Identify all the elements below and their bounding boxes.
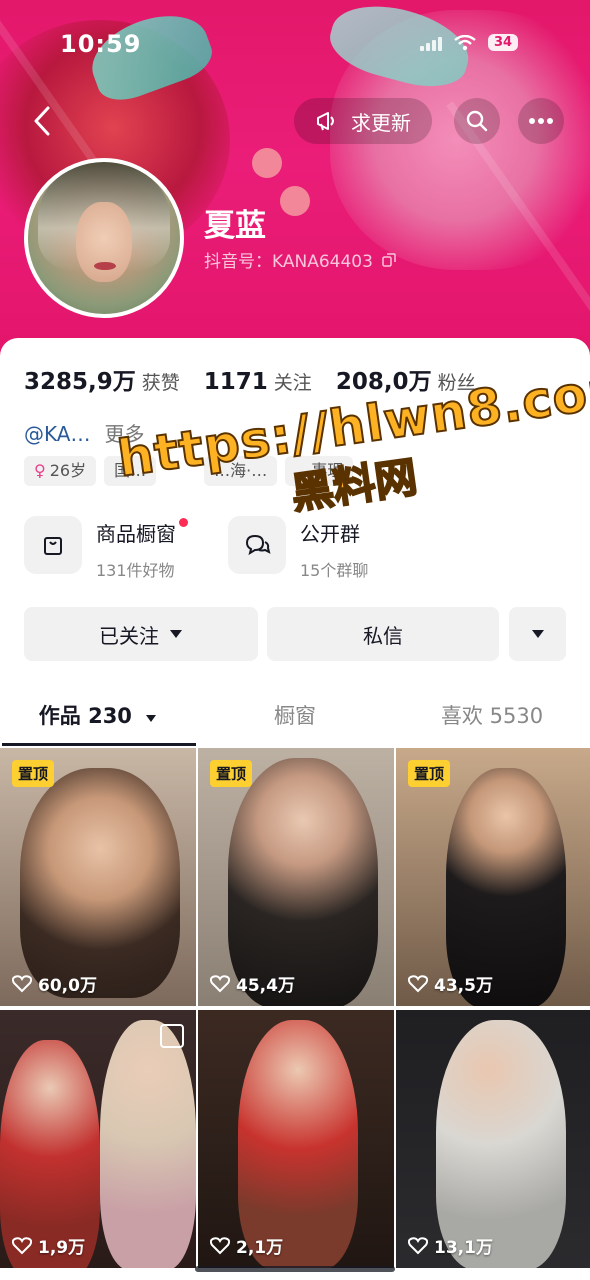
battery-icon: 34 bbox=[488, 34, 519, 51]
pinned-badge: 置顶 bbox=[12, 760, 55, 787]
like-count: 43,5万 bbox=[408, 971, 493, 996]
like-count: 13,1万 bbox=[408, 1233, 493, 1258]
stat-likes[interactable]: 3285,9万 获赞 bbox=[24, 362, 180, 396]
like-count: 2,1万 bbox=[210, 1233, 283, 1258]
like-count: 45,4万 bbox=[210, 971, 295, 996]
like-count: 60,0万 bbox=[12, 971, 97, 996]
stat-following[interactable]: 1171 关注 bbox=[204, 368, 312, 395]
douyin-id[interactable]: 抖音号：KANA64403 bbox=[204, 247, 397, 272]
search-icon bbox=[466, 110, 488, 132]
back-button[interactable] bbox=[28, 104, 64, 140]
tab-showcase[interactable]: 橱窗 bbox=[196, 690, 394, 742]
caret-down-icon bbox=[146, 715, 157, 722]
content-tabs: 作品 230 橱窗 喜欢 5530 bbox=[0, 690, 590, 746]
heart-icon bbox=[210, 974, 230, 992]
profile-name: 夏蓝 bbox=[204, 208, 266, 244]
heart-icon bbox=[210, 1236, 230, 1254]
video-thumbnail[interactable]: 2,1万 bbox=[198, 1010, 394, 1268]
heart-icon bbox=[12, 1236, 32, 1254]
female-icon: ♀ bbox=[34, 461, 46, 480]
video-thumbnail[interactable]: 13,1万 bbox=[396, 1010, 590, 1268]
chevron-left-icon bbox=[34, 106, 50, 136]
tab-works[interactable]: 作品 230 bbox=[0, 690, 196, 742]
multi-image-icon bbox=[160, 1024, 184, 1048]
expand-button[interactable] bbox=[509, 607, 566, 661]
message-button[interactable]: 私信 bbox=[267, 607, 499, 661]
request-update-button[interactable]: 求更新 bbox=[294, 98, 432, 144]
wifi-icon bbox=[454, 34, 476, 50]
pinned-badge: 置顶 bbox=[408, 760, 451, 787]
public-group-subtitle: 15个群聊 bbox=[300, 561, 369, 580]
tab-underline bbox=[2, 743, 196, 746]
search-button[interactable] bbox=[454, 98, 500, 144]
request-update-label: 求更新 bbox=[351, 110, 411, 135]
shopping-bag-icon bbox=[24, 516, 82, 574]
tab-likes[interactable]: 喜欢 5530 bbox=[394, 690, 590, 742]
status-time: 10:59 bbox=[60, 30, 142, 58]
video-thumbnail[interactable]: 置顶 45,4万 bbox=[198, 748, 394, 1006]
like-count: 1,9万 bbox=[12, 1233, 85, 1258]
heart-icon bbox=[12, 974, 32, 992]
copy-icon[interactable] bbox=[382, 253, 397, 267]
heart-icon bbox=[408, 974, 428, 992]
signal-icon bbox=[420, 35, 442, 51]
showcase-subtitle: 131件好物 bbox=[96, 561, 175, 580]
video-thumbnail[interactable]: 1,9万 bbox=[0, 1010, 196, 1268]
more-options-button[interactable] bbox=[518, 98, 564, 144]
heart-icon bbox=[408, 1236, 428, 1254]
video-thumbnail[interactable]: 置顶 60,0万 bbox=[0, 748, 196, 1006]
home-indicator[interactable] bbox=[195, 1266, 395, 1272]
megaphone-icon bbox=[317, 112, 334, 131]
caret-down-icon bbox=[170, 630, 182, 638]
followed-button[interactable]: 已关注 bbox=[24, 607, 258, 661]
avatar[interactable] bbox=[24, 158, 184, 318]
bio-handle[interactable]: @KA… bbox=[24, 422, 90, 446]
public-group-title: 公开群 bbox=[300, 522, 360, 546]
pinned-badge: 置顶 bbox=[210, 760, 253, 787]
video-thumbnail[interactable]: 置顶 43,5万 bbox=[396, 748, 590, 1006]
tag-age: ♀ 26岁 bbox=[24, 456, 97, 486]
caret-down-icon bbox=[531, 630, 544, 638]
douyin-id-text: 抖音号：KANA64403 bbox=[204, 252, 373, 272]
ellipsis-icon bbox=[529, 118, 553, 124]
status-icons: 34 bbox=[420, 34, 519, 51]
